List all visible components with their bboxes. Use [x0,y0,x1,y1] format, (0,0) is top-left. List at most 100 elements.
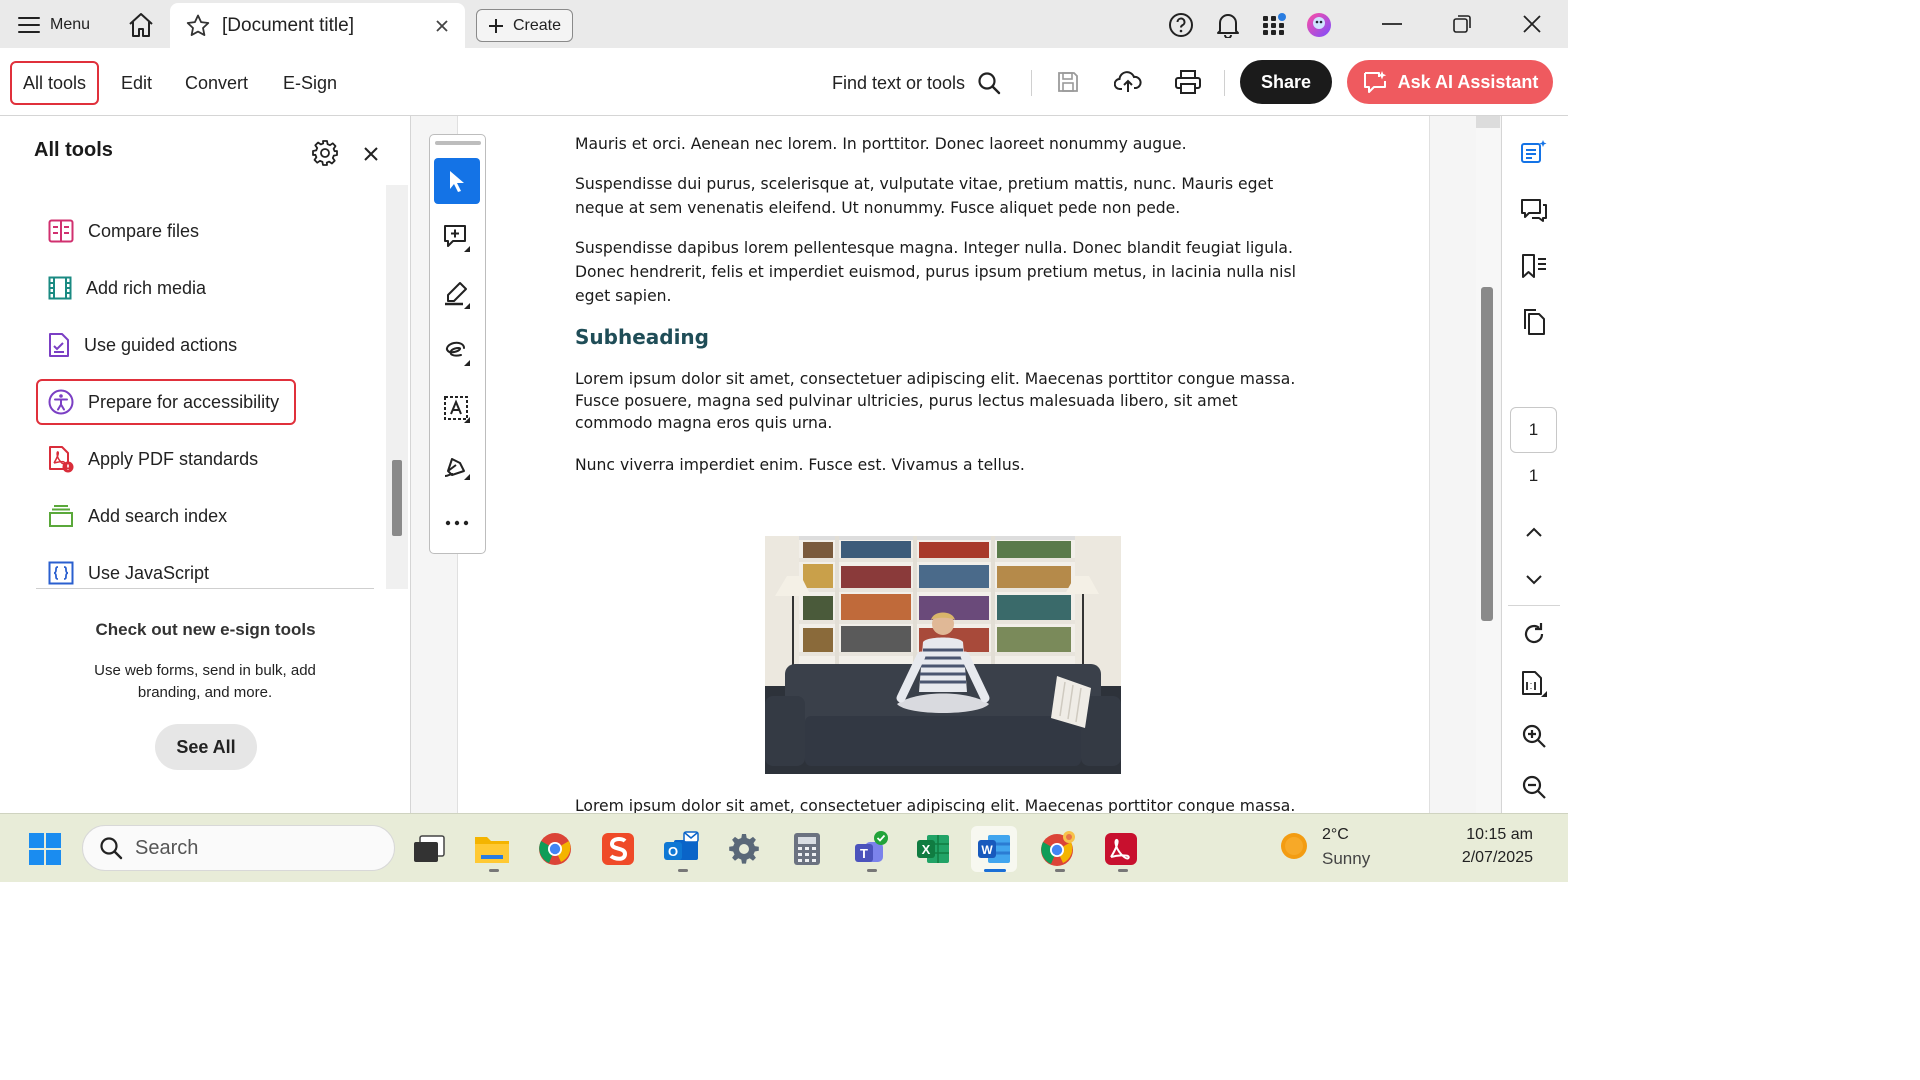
svg-text:X: X [922,842,931,857]
text-box-tool-button[interactable] [434,386,480,432]
accessibility-icon [48,389,74,415]
taskbar-app-calculator[interactable] [784,826,830,872]
snagit-icon [600,831,636,867]
running-indicator [1118,869,1128,872]
minimize-button[interactable] [1362,4,1422,44]
draw-tool-button[interactable] [434,329,480,375]
tool-compare-files[interactable]: Compare files [36,208,296,254]
document-tab[interactable]: [Document title] [170,3,465,48]
search-placeholder: Search [135,836,199,859]
taskbar-app-chrome-profile[interactable] [1035,826,1081,872]
restore-button[interactable] [1432,4,1492,44]
tool-use-guided-actions[interactable]: Use guided actions [36,322,296,368]
weather-description[interactable]: Sunny [1322,849,1370,869]
panel-scrollbar-thumb[interactable] [392,460,402,536]
hamburger-icon [18,16,40,34]
save-button[interactable] [1051,65,1085,99]
upload-cloud-button[interactable] [1111,65,1145,99]
ai-generative-summary-button[interactable] [1514,132,1554,172]
document-scrollbar-thumb[interactable] [1481,287,1493,621]
freehand-draw-icon [442,337,472,367]
clock-date[interactable]: 2/07/2025 [1420,849,1533,867]
find-text-or-tools[interactable]: Find text or tools [822,61,1011,105]
bookmarks-panel-button[interactable] [1514,246,1554,286]
comments-panel-button[interactable] [1514,190,1554,230]
taskbar-app-word[interactable]: W [971,826,1017,872]
esign-promo-title: Check out new e-sign tools [95,620,316,639]
actual-size-button[interactable] [1514,664,1554,704]
sign-tool-button[interactable] [434,443,480,489]
zoom-out-button[interactable] [1514,767,1554,807]
highlight-tool-button[interactable] [434,272,480,318]
taskbar-app-task-view[interactable] [406,826,452,872]
tab-all-tools[interactable]: All tools [10,61,100,105]
body-paragraph: Suspendisse dapibus lorem pellentesque m… [575,239,1296,305]
taskbar-app-file-explorer[interactable] [469,826,515,872]
clock-time[interactable]: 10:15 am [1420,826,1533,844]
previous-page-button[interactable] [1514,512,1554,552]
printer-icon [1174,69,1202,95]
taskbar-app-settings[interactable] [721,826,767,872]
star-icon[interactable] [186,14,210,37]
home-button[interactable] [122,8,160,42]
taskbar-app-outlook[interactable]: O [658,826,704,872]
current-page-input[interactable]: 1 [1510,407,1557,453]
bell-icon [1216,12,1240,38]
minimize-icon [1382,22,1402,26]
help-button[interactable] [1164,8,1198,42]
close-tab-icon[interactable] [435,19,449,33]
profile-avatar[interactable] [1302,8,1336,42]
taskbar-app-snagit[interactable] [595,826,641,872]
toolbar-divider [1224,70,1225,96]
word-icon: W [976,831,1012,867]
menu-button[interactable]: Menu [10,8,98,42]
notifications-button[interactable] [1211,8,1245,42]
windows-logo-icon [28,832,62,866]
toolbar-divider [1031,70,1032,96]
page-thumbnails-button[interactable] [1514,302,1554,342]
rail-drag-handle[interactable] [435,141,481,145]
share-button[interactable]: Share [1240,60,1332,104]
see-all-button[interactable]: See All [155,724,257,770]
weather-temperature[interactable]: 2°C [1322,826,1349,844]
scroll-up-arrow[interactable] [1476,116,1500,128]
tool-add-search-index[interactable]: Add search index [36,493,296,539]
panel-settings-button[interactable] [310,138,340,168]
actual-size-icon [1520,670,1548,698]
taskbar-app-teams[interactable]: T [847,826,893,872]
avatar-icon [1305,11,1333,39]
taskbar-app-acrobat[interactable] [1098,826,1144,872]
rotate-view-button[interactable] [1514,614,1554,654]
tool-add-rich-media[interactable]: Add rich media [36,265,296,311]
add-comment-tool-button[interactable] [434,215,480,261]
select-tool-button[interactable] [434,158,480,204]
apps-button[interactable] [1257,8,1291,42]
ask-ai-assistant-button[interactable]: Ask AI Assistant [1347,60,1553,104]
more-tools-button[interactable] [434,500,480,546]
taskbar-app-excel[interactable]: X [910,826,956,872]
create-button[interactable]: Create [476,9,573,42]
tab-esign[interactable]: E-Sign [272,61,348,105]
next-page-button[interactable] [1514,560,1554,600]
print-button[interactable] [1171,65,1205,99]
search-index-icon [48,504,74,528]
outlook-icon: O [662,830,700,868]
guided-actions-icon [48,332,70,358]
tool-use-javascript[interactable]: Use JavaScript [36,550,296,596]
panel-close-button[interactable] [358,141,384,167]
zoom-in-icon [1521,723,1547,749]
svg-text:O: O [668,844,678,859]
tab-edit[interactable]: Edit [110,61,163,105]
tab-convert[interactable]: Convert [174,61,259,105]
document-subheading: Subheading [575,325,709,349]
folder-icon [473,833,511,865]
zoom-in-button[interactable] [1514,716,1554,756]
pen-sign-icon [442,451,472,481]
taskbar-app-chrome[interactable] [532,826,578,872]
taskbar-search[interactable]: Search [82,825,395,871]
text-box-icon [442,394,472,424]
close-window-button[interactable] [1502,4,1562,44]
tool-apply-pdf-standards[interactable]: Apply PDF standards [36,436,296,482]
tool-prepare-for-accessibility[interactable]: Prepare for accessibility [36,379,296,425]
start-button[interactable] [22,826,68,872]
